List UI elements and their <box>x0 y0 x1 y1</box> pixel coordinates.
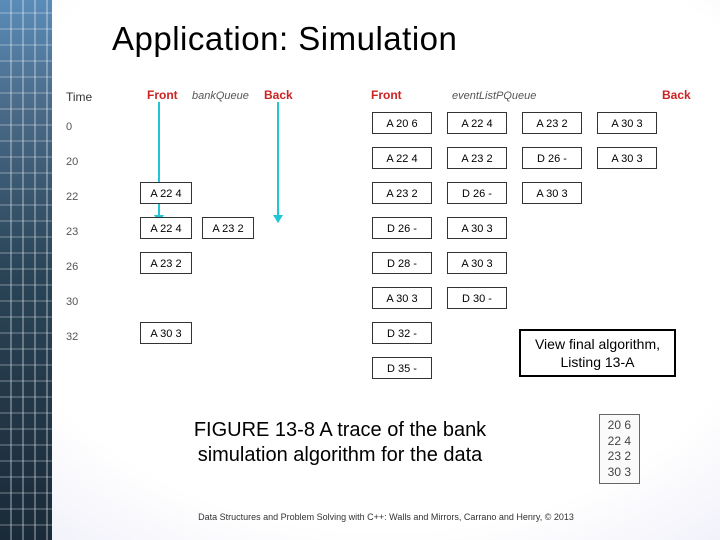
link-line1: View final algorithm, <box>535 335 660 353</box>
bank-cell: A 22 4 <box>140 217 192 239</box>
table-row: A 22 4 A 23 2 D 26 - A 30 3 <box>52 182 720 210</box>
input-data-row: 20 6 <box>608 418 631 434</box>
bank-queue-label: bankQueue <box>192 90 249 102</box>
view-algorithm-button[interactable]: View final algorithm, Listing 13-A <box>519 329 676 377</box>
table-row: A 30 3 D 30 - <box>52 287 720 315</box>
event-cell: A 30 3 <box>447 252 507 274</box>
bank-cell: A 30 3 <box>140 322 192 344</box>
bank-cell: A 23 2 <box>202 217 254 239</box>
input-data-row: 30 3 <box>608 465 631 481</box>
event-cell: D 35 - <box>372 357 432 379</box>
figure-caption: FIGURE 13-8 A trace of the bank simulati… <box>150 418 530 468</box>
input-data-box: 20 6 22 4 23 2 30 3 <box>599 414 640 484</box>
input-data-row: 22 4 <box>608 434 631 450</box>
input-data-row: 23 2 <box>608 449 631 465</box>
bank-front-label: Front <box>147 88 178 102</box>
event-cell: A 23 2 <box>372 182 432 204</box>
event-cell: A 22 4 <box>447 112 507 134</box>
event-cell: A 23 2 <box>447 147 507 169</box>
table-row: A 23 2 D 28 - A 30 3 <box>52 252 720 280</box>
event-cell: A 30 3 <box>597 147 657 169</box>
event-cell: A 30 3 <box>447 217 507 239</box>
time-header: Time <box>66 90 92 104</box>
table-row: A 22 4 A 23 2 D 26 - A 30 3 <box>52 147 720 175</box>
event-cell: D 28 - <box>372 252 432 274</box>
event-cell: D 26 - <box>522 147 582 169</box>
event-cell: A 20 6 <box>372 112 432 134</box>
event-cell: D 30 - <box>447 287 507 309</box>
event-front-label: Front <box>371 88 402 102</box>
slide-content: Application: Simulation Time 02022232630… <box>52 0 720 540</box>
copyright-footer: Data Structures and Problem Solving with… <box>52 512 720 522</box>
table-row: A 22 4 A 23 2 D 26 - A 30 3 <box>52 217 720 245</box>
event-cell: A 30 3 <box>522 182 582 204</box>
table-row: A 20 6 A 22 4 A 23 2 A 30 3 <box>52 112 720 140</box>
event-cell: D 26 - <box>372 217 432 239</box>
event-cell: A 22 4 <box>372 147 432 169</box>
event-cell: A 30 3 <box>372 287 432 309</box>
event-cell: D 26 - <box>447 182 507 204</box>
event-cell: D 32 - <box>372 322 432 344</box>
bank-cell: A 23 2 <box>140 252 192 274</box>
page-title: Application: Simulation <box>112 20 457 58</box>
bank-back-label: Back <box>264 88 293 102</box>
event-cell: A 30 3 <box>597 112 657 134</box>
event-back-label: Back <box>662 88 691 102</box>
bank-cell: A 22 4 <box>140 182 192 204</box>
link-line2: Listing 13-A <box>535 353 660 371</box>
event-cell: A 23 2 <box>522 112 582 134</box>
event-queue-label: eventListPQueue <box>452 90 536 102</box>
